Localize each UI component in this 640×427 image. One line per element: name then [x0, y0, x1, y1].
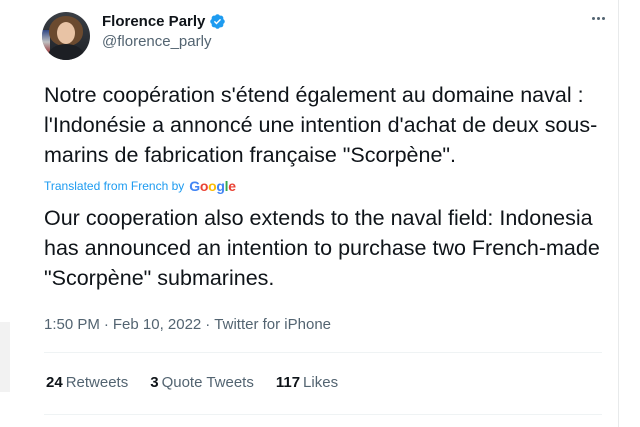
tweet-date[interactable]: Feb 10, 2022: [113, 316, 201, 333]
tweet-card: Florence Parly @florence_parly Notre coo…: [28, 0, 619, 427]
likes-count: 117: [275, 374, 301, 391]
meta-separator: ·: [103, 316, 109, 333]
tweet-source[interactable]: Twitter for iPhone: [214, 316, 331, 333]
retweets-label: Retweets: [65, 374, 129, 391]
author-handle[interactable]: @florence_parly: [102, 33, 211, 50]
avatar[interactable]: [42, 12, 90, 60]
retweets-count: 24: [46, 374, 63, 391]
quote-tweets-stat[interactable]: 3 Quote Tweets: [150, 374, 254, 391]
verified-icon: [209, 13, 226, 30]
quote-count: 3: [150, 374, 159, 391]
likes-stat[interactable]: 117 Likes: [276, 374, 338, 391]
retweets-stat[interactable]: 24 Retweets: [46, 374, 128, 391]
tweet-meta: 1:50 PM · Feb 10, 2022 · Twitter for iPh…: [44, 316, 331, 333]
meta-separator-2: ·: [205, 316, 211, 333]
tweet-stats: 24 Retweets 3 Quote Tweets 117 Likes: [46, 374, 338, 391]
google-logo: Google: [189, 178, 236, 194]
more-options-icon[interactable]: [586, 10, 610, 26]
divider-top: [44, 352, 602, 353]
author-name-row: Florence Parly: [102, 11, 226, 31]
tweet-text: Notre coopération s'étend également au d…: [44, 83, 598, 167]
left-edge: [0, 0, 24, 427]
divider-bottom: [44, 414, 602, 415]
quote-label: Quote Tweets: [161, 374, 254, 391]
likes-label: Likes: [303, 374, 339, 391]
author-display-name[interactable]: Florence Parly: [102, 13, 205, 30]
avatar-face: [57, 22, 75, 44]
tweet-time[interactable]: 1:50 PM: [44, 316, 100, 333]
tweet-translation: Our cooperation also extends to the nava…: [44, 206, 600, 290]
left-edge-shade: [0, 322, 10, 392]
translation-label: Translated from French by: [44, 179, 185, 193]
translation-attribution[interactable]: Translated from French by Google: [44, 178, 236, 194]
avatar-body: [48, 44, 84, 60]
